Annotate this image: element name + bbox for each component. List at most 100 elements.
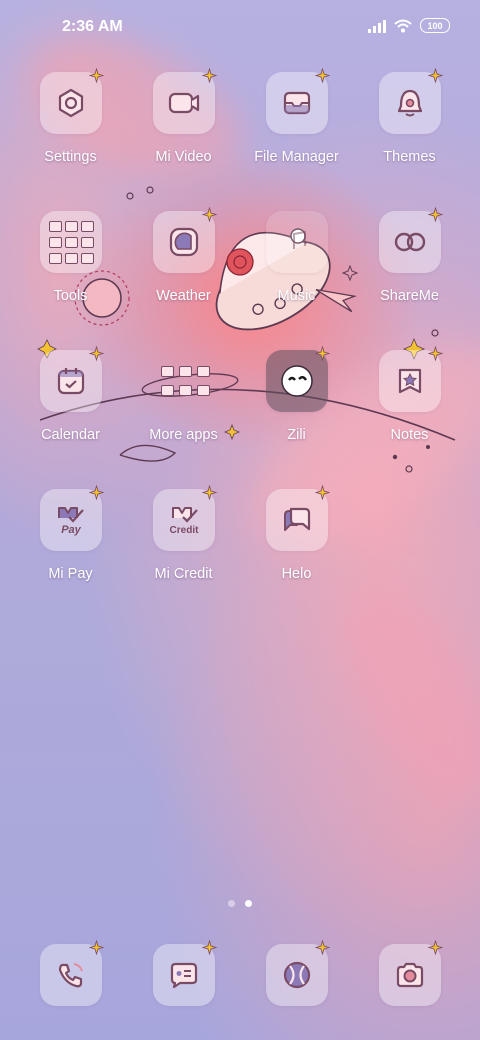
dock-browser[interactable]: [240, 939, 353, 1006]
sparkle-icon: [427, 345, 443, 362]
weather-tile: [152, 206, 217, 273]
app-weather[interactable]: Weather: [127, 206, 240, 331]
themes-icon: [397, 89, 422, 117]
app-calendar[interactable]: Calendar: [14, 345, 127, 470]
dock: [0, 939, 480, 1006]
sparkle-icon: [427, 67, 443, 84]
status-time: 2:36 AM: [62, 18, 123, 35]
app-label: Mi Credit: [154, 566, 213, 582]
app-mi-credit[interactable]: Credit Mi Credit: [127, 484, 240, 609]
mi-credit-tile: Credit: [152, 484, 217, 551]
video-icon: [168, 92, 199, 114]
app-label: Settings: [44, 149, 97, 165]
app-label: Mi Video: [155, 149, 212, 165]
app-label: File Manager: [254, 149, 339, 165]
helo-icon: [283, 507, 310, 531]
sparkle-icon: [88, 67, 104, 84]
more-apps-folder-tile: [153, 350, 215, 412]
shareme-tile: [378, 206, 443, 273]
sparkle-icon: [201, 939, 217, 956]
app-music[interactable]: Music: [240, 211, 353, 331]
page-indicator: [0, 900, 480, 907]
mi-pay-icon-text: Pay: [61, 524, 81, 536]
phone-icon: [58, 963, 83, 988]
mi-credit-icon-text: Credit: [169, 525, 199, 536]
sparkle-icon: [88, 484, 104, 501]
tools-folder-tile: [39, 211, 102, 273]
sparkle-icon: [314, 939, 330, 956]
notes-tile: [378, 345, 443, 412]
sparkle-icon: [88, 939, 104, 956]
dock-phone[interactable]: [14, 939, 127, 1006]
messages-icon: [170, 962, 197, 989]
mi-credit-icon: Credit: [169, 507, 199, 536]
sparkle-icon: [427, 939, 443, 956]
helo-tile: [265, 484, 330, 551]
weather-icon: [169, 227, 198, 257]
phone-tile: [39, 939, 104, 1006]
sparkle-icon: [427, 206, 443, 223]
status-bar: 2:36 AM 100: [0, 0, 480, 56]
browser-icon: [283, 961, 310, 989]
app-tools-folder[interactable]: Tools: [14, 211, 127, 331]
app-label: More apps: [149, 427, 218, 443]
themes-tile: [378, 67, 443, 134]
app-zili[interactable]: Zili: [240, 345, 353, 470]
tools-folder-icon: [49, 220, 94, 264]
app-label: Mi Pay: [48, 566, 93, 582]
music-icon: [292, 230, 306, 249]
wifi-icon: [394, 19, 412, 32]
sparkle-icon: [201, 206, 217, 223]
app-label: Weather: [156, 288, 211, 304]
settings-tile: [39, 67, 104, 134]
messages-tile: [152, 939, 217, 1006]
sparkle-icon: [314, 67, 330, 84]
sparkle-icon: [201, 484, 217, 501]
sparkle-icon: [201, 67, 217, 84]
mi-video-tile: [152, 67, 217, 134]
calendar-icon: [57, 368, 84, 395]
zili-icon: [280, 365, 313, 397]
app-label: Music: [277, 288, 316, 304]
app-themes[interactable]: Themes: [353, 67, 466, 192]
file-manager-tile: [265, 67, 330, 134]
sparkle-icon: [88, 345, 104, 362]
app-shareme[interactable]: ShareMe: [353, 206, 466, 331]
app-label: Zili: [287, 427, 306, 443]
dock-messages[interactable]: [127, 939, 240, 1006]
settings-icon: [58, 88, 83, 118]
app-label: Tools: [53, 288, 88, 304]
app-label: Calendar: [41, 427, 100, 443]
signal-icon: [368, 19, 386, 33]
app-label: Themes: [383, 149, 436, 165]
app-label: Notes: [390, 427, 429, 443]
zili-tile: [265, 345, 330, 412]
app-mi-video[interactable]: Mi Video: [127, 67, 240, 192]
app-file-manager[interactable]: File Manager: [240, 67, 353, 192]
camera-icon: [396, 962, 423, 988]
music-tile: [265, 211, 328, 273]
app-mi-pay[interactable]: Pay Mi Pay: [14, 484, 127, 609]
app-more-apps-folder[interactable]: More apps: [127, 350, 240, 470]
app-notes[interactable]: Notes: [353, 345, 466, 470]
app-label: ShareMe: [380, 288, 439, 304]
sparkle-icon: [314, 484, 330, 501]
more-apps-folder-icon: [160, 366, 210, 396]
shareme-icon: [394, 232, 425, 252]
browser-tile: [265, 939, 330, 1006]
battery-icon: 100: [420, 18, 450, 33]
app-helo[interactable]: Helo: [240, 484, 353, 609]
sparkle-icon: [314, 345, 330, 362]
calendar-tile: [39, 345, 104, 412]
file-manager-icon: [283, 91, 310, 115]
camera-tile: [378, 939, 443, 1006]
status-icons: 100: [368, 18, 450, 33]
notes-icon: [398, 368, 421, 394]
dock-camera[interactable]: [353, 939, 466, 1006]
page-dot-active[interactable]: [245, 900, 252, 907]
app-settings[interactable]: Settings: [14, 67, 127, 192]
app-label: Helo: [281, 566, 312, 582]
mi-pay-tile: Pay: [39, 484, 104, 551]
page-dot[interactable]: [228, 900, 235, 907]
mi-pay-icon: Pay: [57, 507, 84, 536]
